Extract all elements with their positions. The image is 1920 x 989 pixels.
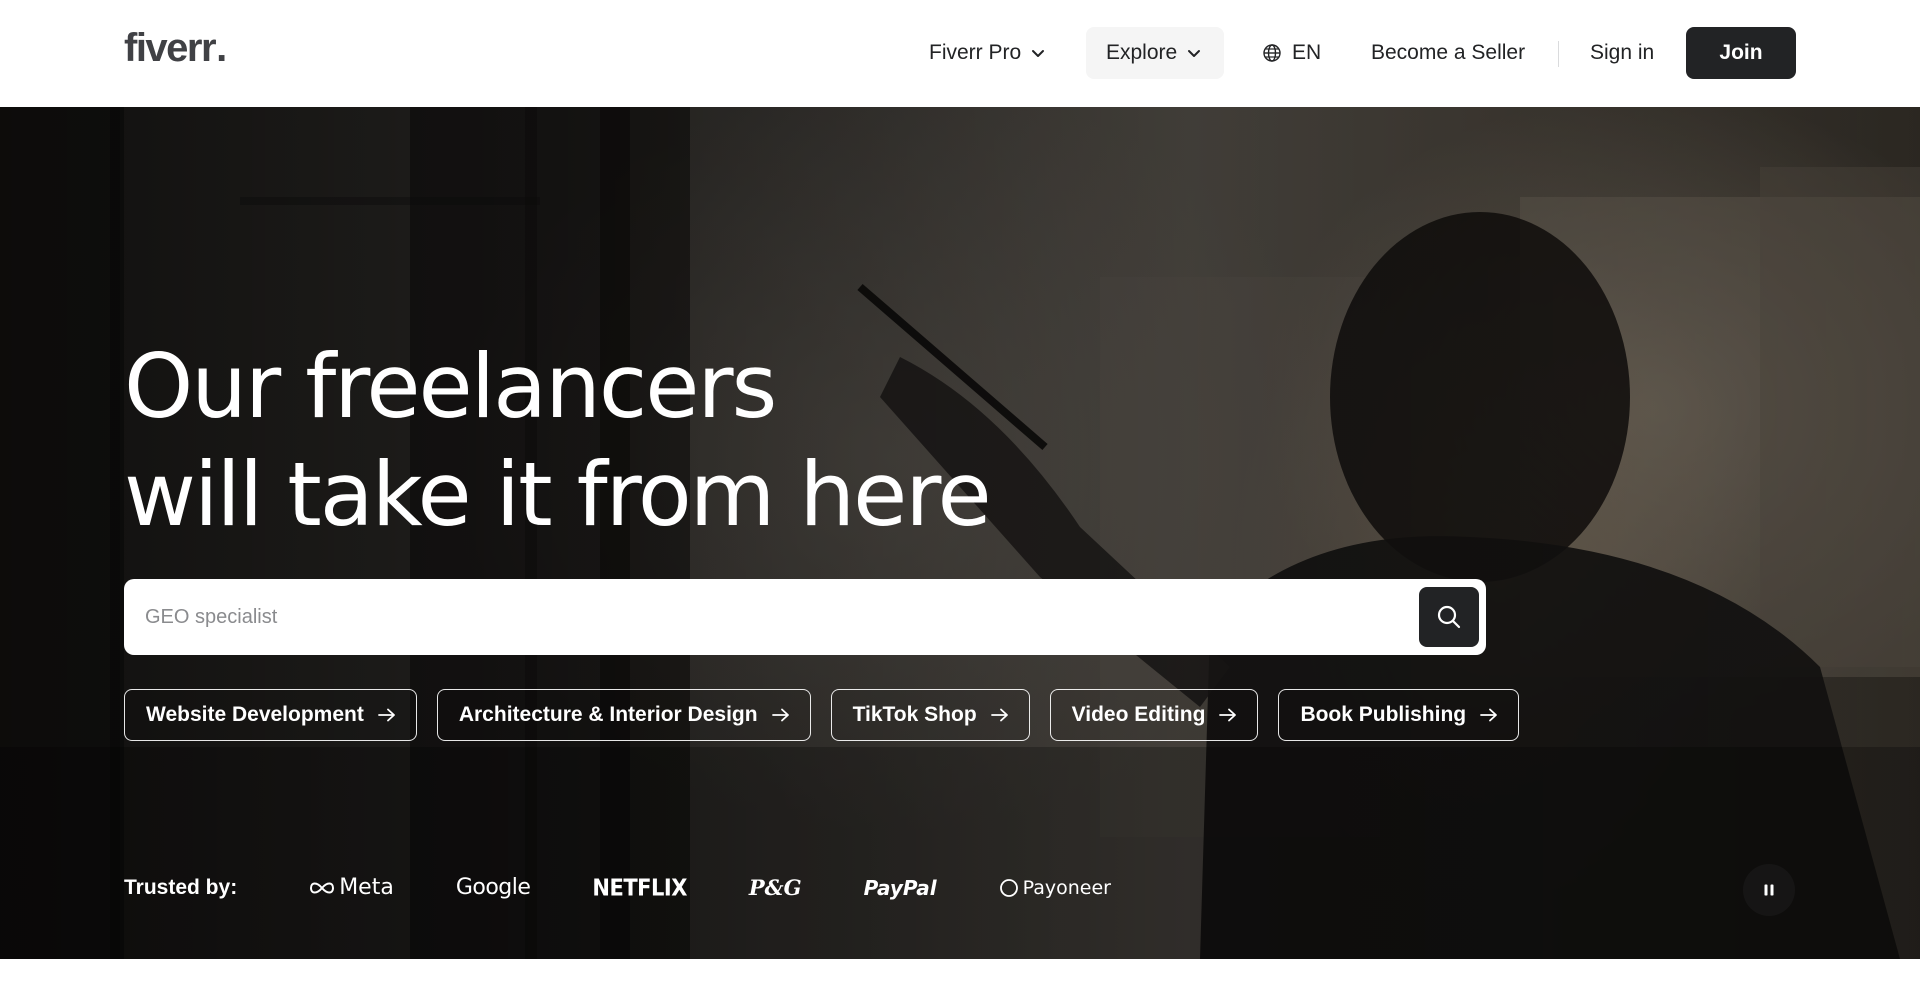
nav-explore-label: Explore	[1106, 41, 1178, 64]
meta-logo: Meta	[309, 875, 394, 900]
meta-infinity-icon	[310, 882, 335, 893]
trusted-by-bar: Trusted by: Meta Google NETFLIX P&G PayP…	[124, 874, 1173, 901]
pause-icon	[1764, 884, 1774, 896]
nav-divider	[1558, 41, 1559, 67]
category-chip-tiktok-shop[interactable]: TikTok Shop	[830, 689, 1030, 741]
nav-become-seller[interactable]: Become a Seller	[1371, 27, 1525, 79]
category-chips: Website Development Architecture & Inter…	[124, 689, 1520, 741]
arrow-right-icon	[1480, 708, 1498, 722]
payoneer-circle-icon	[999, 878, 1018, 897]
join-button[interactable]: Join	[1686, 27, 1796, 79]
category-chip-label: Architecture & Interior Design	[458, 703, 758, 726]
arrow-right-icon	[990, 708, 1008, 722]
payoneer-logo-text: Payoneer	[1022, 876, 1111, 899]
arrow-right-icon	[1219, 708, 1237, 722]
search-button[interactable]	[1419, 587, 1479, 647]
category-chip-video-editing[interactable]: Video Editing	[1049, 689, 1259, 741]
category-chip-book-publishing[interactable]: Book Publishing	[1278, 689, 1520, 741]
pg-logo: P&G	[748, 875, 802, 900]
trusted-by-label: Trusted by:	[124, 875, 238, 899]
category-chip-website-development[interactable]: Website Development	[124, 689, 417, 741]
globe-icon	[1263, 44, 1281, 62]
search-icon	[1437, 605, 1461, 629]
video-pause-button[interactable]	[1743, 864, 1795, 916]
nav-explore[interactable]: Explore	[1086, 27, 1225, 79]
category-chip-label: Video Editing	[1071, 703, 1206, 726]
nav-fiverr-pro-label: Fiverr Pro	[929, 41, 1022, 64]
arrow-right-icon	[771, 708, 789, 722]
hero-headline: Our freelancers will take it from here	[124, 333, 992, 549]
hero-headline-line-1: Our freelancers	[124, 335, 777, 438]
nav-language[interactable]: EN	[1262, 27, 1321, 79]
nav-language-label: EN	[1292, 41, 1322, 64]
search-input[interactable]	[124, 579, 1419, 655]
site-header: fiverr. Fiverr Pro Explore EN Become a S…	[0, 0, 1920, 107]
nav-sign-in[interactable]: Sign in	[1590, 27, 1654, 79]
category-chip-architecture-interior-design[interactable]: Architecture & Interior Design	[436, 689, 811, 741]
arrow-right-icon	[377, 708, 395, 722]
nav-sign-in-label: Sign in	[1590, 41, 1655, 64]
payoneer-logo: Payoneer	[999, 877, 1111, 899]
category-chip-label: TikTok Shop	[852, 703, 977, 726]
nav-become-seller-label: Become a Seller	[1371, 41, 1526, 64]
chevron-down-icon	[1032, 50, 1045, 57]
google-logo: Google	[455, 875, 531, 900]
meta-logo-text: Meta	[339, 875, 394, 900]
paypal-logo: PayPal	[863, 875, 937, 900]
fiverr-logo[interactable]: fiverr.	[124, 26, 227, 70]
join-button-label: Join	[1719, 41, 1763, 64]
category-chip-label: Website Development	[146, 703, 364, 726]
search-bar	[124, 579, 1486, 655]
category-chip-label: Book Publishing	[1300, 703, 1467, 726]
chevron-down-icon	[1188, 50, 1201, 57]
logo-wordmark: fiverr	[124, 26, 217, 70]
nav-fiverr-pro[interactable]: Fiverr Pro	[929, 27, 1047, 79]
hero-section: Our freelancers will take it from here W…	[0, 107, 1920, 959]
logo-dot: .	[216, 26, 228, 70]
hero-headline-line-2: will take it from here	[124, 443, 992, 546]
netflix-logo: NETFLIX	[592, 874, 687, 901]
